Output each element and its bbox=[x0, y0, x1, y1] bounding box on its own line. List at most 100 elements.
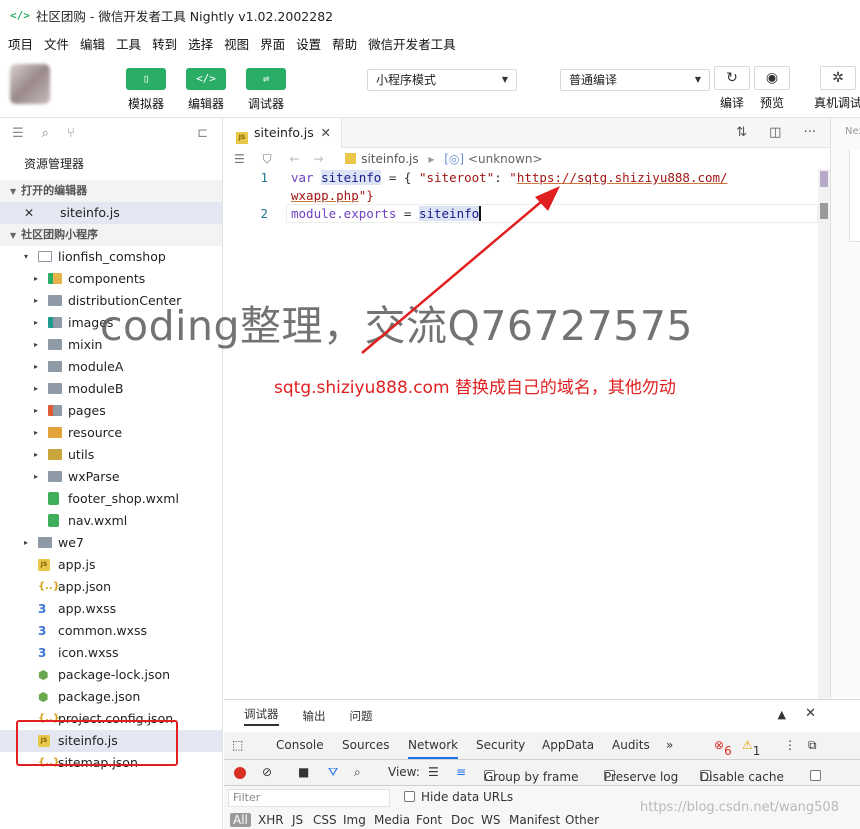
forward-icon[interactable]: → bbox=[313, 152, 323, 166]
tree-item-lionfish-comshop[interactable]: ▾ lionfish_comshop bbox=[0, 246, 222, 268]
camera-icon[interactable]: ■ bbox=[298, 765, 309, 779]
type-media[interactable]: Media bbox=[374, 813, 410, 827]
type-other[interactable]: Other bbox=[565, 813, 599, 827]
type-all[interactable]: All bbox=[230, 813, 251, 827]
more-tabs-icon[interactable]: » bbox=[666, 738, 673, 752]
filter-icon[interactable]: ⛛ bbox=[328, 765, 338, 780]
type-img[interactable]: Img bbox=[343, 813, 366, 827]
tree-item-icon-wxss[interactable]: 3 icon.wxss bbox=[0, 642, 222, 664]
menu-project[interactable]: 项目 bbox=[8, 34, 33, 53]
record-icon[interactable] bbox=[234, 767, 246, 779]
menu-edit[interactable]: 编辑 bbox=[80, 34, 105, 53]
tree-item-moduleb[interactable]: ▸ moduleB bbox=[0, 378, 222, 400]
compare-icon[interactable]: ⇅ bbox=[736, 125, 747, 140]
tab-console[interactable]: Console bbox=[276, 738, 324, 752]
type-doc[interactable]: Doc bbox=[451, 813, 474, 827]
bookmark-icon[interactable]: ⛉ bbox=[263, 152, 272, 166]
close-icon[interactable]: ✕ bbox=[24, 202, 34, 224]
chevron-right-icon[interactable]: ▸ bbox=[34, 444, 38, 466]
tree-item-modulea[interactable]: ▸ moduleA bbox=[0, 356, 222, 378]
tree-item-package-lock-json[interactable]: ⬢ package-lock.json bbox=[0, 664, 222, 686]
menu-file[interactable]: 文件 bbox=[44, 34, 69, 53]
type-css[interactable]: CSS bbox=[313, 813, 337, 827]
chevron-right-icon[interactable]: ▸ bbox=[34, 378, 38, 400]
avatar[interactable] bbox=[10, 64, 50, 104]
tree-item-we7[interactable]: ▸ we7 bbox=[0, 532, 222, 554]
type-ws[interactable]: WS bbox=[481, 813, 500, 827]
menu-help[interactable]: 帮助 bbox=[332, 34, 357, 53]
waterfall-icon[interactable]: ≡ bbox=[456, 765, 466, 779]
device-debug-button[interactable]: ✲ 真机调试 bbox=[810, 66, 860, 111]
tree-item-components[interactable]: ▸ components bbox=[0, 268, 222, 290]
open-editor-item[interactable]: ✕ siteinfo.js bbox=[0, 202, 222, 224]
chevron-right-icon[interactable]: ▸ bbox=[34, 334, 38, 356]
hide-data-urls-checkbox[interactable]: Hide data URLs bbox=[404, 790, 513, 804]
editor-scrollbar[interactable] bbox=[818, 169, 830, 699]
menu-wechat-devtools[interactable]: 微信开发者工具 bbox=[368, 34, 456, 53]
tab-output[interactable]: 输出 bbox=[303, 708, 326, 724]
menu-select[interactable]: 选择 bbox=[188, 34, 213, 53]
close-icon[interactable]: ✕ bbox=[805, 706, 816, 721]
tree-item-resource[interactable]: ▸ resource bbox=[0, 422, 222, 444]
project-header[interactable]: ▼ 社区团购小程序 bbox=[0, 224, 222, 246]
type-xhr[interactable]: XHR bbox=[258, 813, 284, 827]
menu-goto[interactable]: 转到 bbox=[152, 34, 177, 53]
tree-item-app-wxss[interactable]: 3 app.wxss bbox=[0, 598, 222, 620]
back-icon[interactable]: ← bbox=[289, 152, 299, 166]
tree-item-wxparse[interactable]: ▸ wxParse bbox=[0, 466, 222, 488]
filter-input[interactable]: Filter bbox=[228, 789, 390, 807]
split-editor-icon[interactable]: ◫ bbox=[769, 125, 781, 140]
tree-item-utils[interactable]: ▸ utils bbox=[0, 444, 222, 466]
search-icon[interactable]: ⌕ bbox=[42, 126, 49, 141]
collapse-panel-icon[interactable]: ⊏ bbox=[197, 126, 208, 141]
menu-interface[interactable]: 界面 bbox=[260, 34, 285, 53]
tree-item-footer-shop-wxml[interactable]: footer_shop.wxml bbox=[0, 488, 222, 510]
dock-icon[interactable]: ⧉ bbox=[808, 738, 817, 753]
tab-siteinfo[interactable]: JS siteinfo.js ✕ bbox=[224, 118, 342, 148]
chevron-right-icon[interactable]: ▸ bbox=[34, 356, 38, 378]
tree-item-nav-wxml[interactable]: nav.wxml bbox=[0, 510, 222, 532]
tab-appdata[interactable]: AppData bbox=[542, 738, 594, 752]
more-icon[interactable]: ··· bbox=[804, 125, 816, 140]
chevron-right-icon[interactable]: ▸ bbox=[34, 466, 38, 488]
breadcrumb-file[interactable]: siteinfo.js bbox=[361, 152, 418, 166]
close-icon[interactable]: ✕ bbox=[321, 118, 331, 148]
url-string-cont[interactable]: wxapp.php bbox=[291, 188, 359, 203]
tree-item-pages[interactable]: ▸ pages bbox=[0, 400, 222, 422]
chevron-right-icon[interactable]: ▸ bbox=[34, 422, 38, 444]
search-icon[interactable]: ⌕ bbox=[354, 765, 361, 780]
tab-security[interactable]: Security bbox=[476, 738, 525, 752]
breadcrumb-symbol[interactable]: <unknown> bbox=[468, 152, 543, 166]
chevron-right-icon[interactable]: ▸ bbox=[34, 268, 38, 290]
tab-debugger[interactable]: 调试器 bbox=[244, 706, 279, 726]
tab-network[interactable]: Network bbox=[408, 738, 459, 759]
tree-item-app-json[interactable]: {..} app.json bbox=[0, 576, 222, 598]
type-js[interactable]: JS bbox=[292, 813, 303, 827]
scroll-thumb[interactable] bbox=[820, 203, 828, 219]
tree-item-common-wxss[interactable]: 3 common.wxss bbox=[0, 620, 222, 642]
list-view-icon[interactable]: ☰ bbox=[428, 765, 439, 779]
tab-sources[interactable]: Sources bbox=[342, 738, 389, 752]
tab-problems[interactable]: 问题 bbox=[350, 708, 373, 724]
chevron-down-icon[interactable]: ▾ bbox=[24, 246, 28, 268]
menu-view[interactable]: 视图 bbox=[224, 34, 249, 53]
branch-icon[interactable]: ⑂ bbox=[67, 126, 75, 141]
inspect-icon[interactable]: ⬚ bbox=[232, 738, 243, 752]
preview-button[interactable]: ◉ 预览 bbox=[748, 66, 796, 111]
menu-settings[interactable]: 设置 bbox=[296, 34, 321, 53]
type-manifest[interactable]: Manifest bbox=[509, 813, 560, 827]
url-string[interactable]: https://sqtg.shiziyu888.com/ bbox=[517, 170, 728, 185]
tree-item-package-json[interactable]: ⬢ package.json bbox=[0, 686, 222, 708]
menu-tools[interactable]: 工具 bbox=[116, 34, 141, 53]
code-editor[interactable]: 1 var siteinfo = { "siteroot": "https://… bbox=[224, 169, 818, 699]
clear-icon[interactable]: ⊘ bbox=[262, 765, 272, 779]
compile-select[interactable]: 普通编译 ▼ bbox=[560, 69, 710, 91]
debugger-button[interactable]: ⇌ 调试器 bbox=[244, 68, 288, 112]
chevron-up-icon[interactable]: ▲ bbox=[778, 708, 786, 721]
type-font[interactable]: Font bbox=[416, 813, 442, 827]
list-icon[interactable]: ☰ bbox=[234, 152, 245, 166]
mode-select[interactable]: 小程序模式 ▼ bbox=[367, 69, 517, 91]
chevron-right-icon[interactable]: ▸ bbox=[34, 400, 38, 422]
simulator-button[interactable]: ▯ 模拟器 bbox=[124, 68, 168, 112]
chevron-right-icon[interactable]: ▸ bbox=[34, 290, 38, 312]
